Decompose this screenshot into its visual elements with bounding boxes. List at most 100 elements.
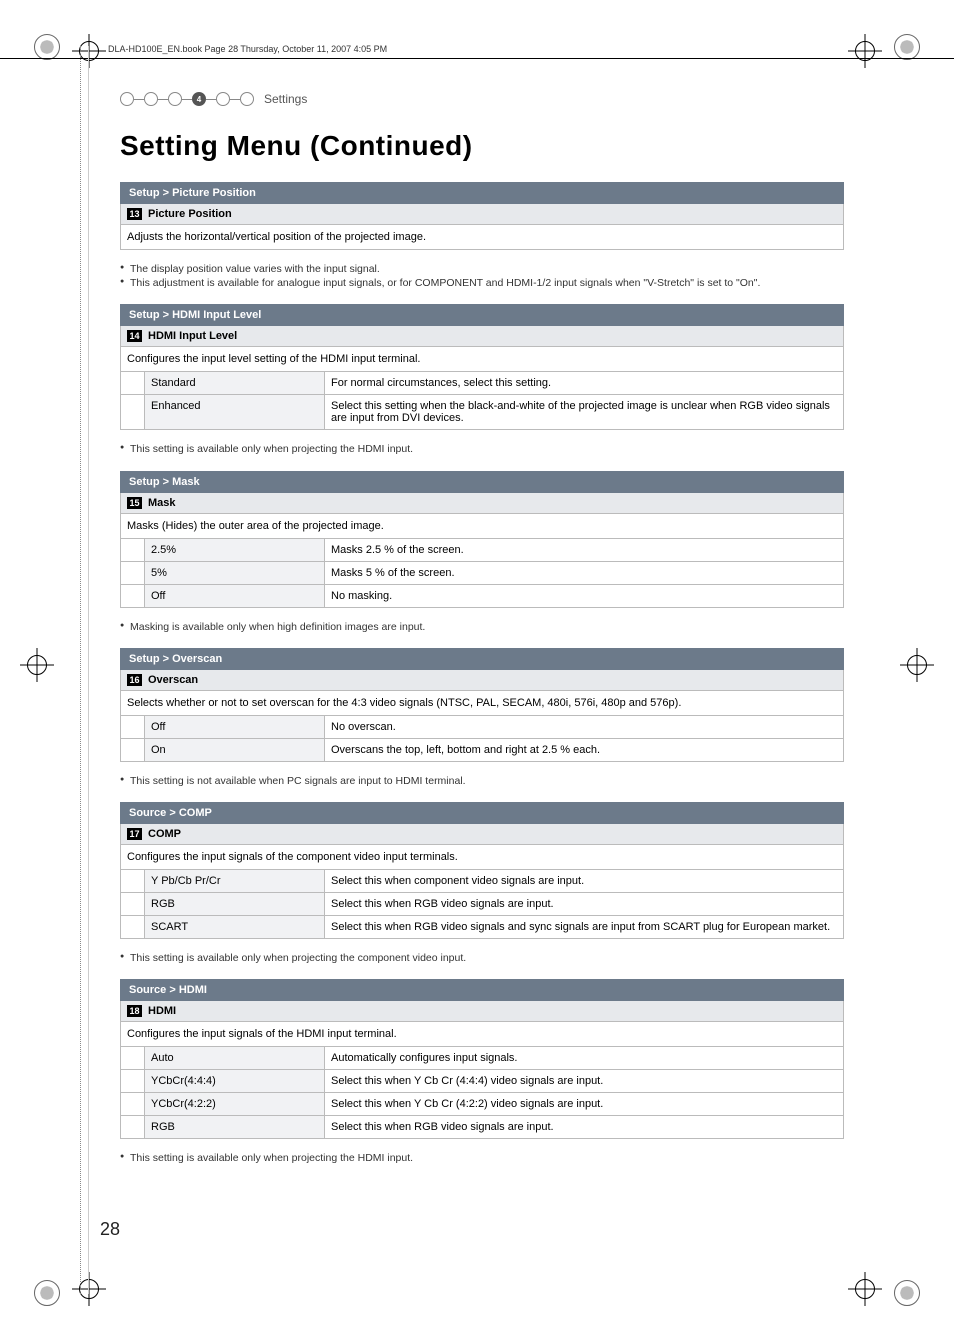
options-table: 2.5%Masks 2.5 % of the screen. 5%Masks 5… [120, 539, 844, 608]
page-title: Setting Menu (Continued) [120, 130, 844, 162]
options-table: StandardFor normal circumstances, select… [120, 372, 844, 430]
subheading-label: Mask [148, 497, 176, 509]
crop-mark-icon [900, 648, 934, 682]
option-value: Overscans the top, left, bottom and righ… [325, 738, 844, 761]
breadcrumb: Source > COMP [120, 802, 844, 824]
table-row: OnOverscans the top, left, bottom and ri… [121, 738, 844, 761]
subheading-label: COMP [148, 828, 181, 840]
subheading-label: HDMI Input Level [148, 330, 237, 342]
option-value: Select this when Y Cb Cr (4:4:4) video s… [325, 1070, 844, 1093]
section-description: Adjusts the horizontal/vertical position… [120, 225, 844, 250]
options-table: AutoAutomatically configures input signa… [120, 1047, 844, 1139]
crop-mark-icon [72, 34, 106, 68]
section-mask: Setup > Mask 15 Mask Masks (Hides) the o… [120, 471, 844, 608]
note-item: This setting is available only when proj… [120, 1151, 844, 1165]
table-row: RGBSelect this when RGB video signals ar… [121, 1116, 844, 1139]
section-description: Configures the input level setting of th… [120, 347, 844, 372]
breadcrumb: Source > HDMI [120, 979, 844, 1001]
crop-mark-icon [848, 1272, 882, 1306]
index-tag-icon: 18 [127, 1005, 142, 1017]
option-key: RGB [145, 892, 325, 915]
option-key: YCbCr(4:2:2) [145, 1093, 325, 1116]
spine-guide [88, 46, 89, 1294]
table-row: OffNo masking. [121, 584, 844, 607]
option-value: Select this when component video signals… [325, 870, 844, 893]
subheading: 13 Picture Position [120, 204, 844, 225]
option-key: SCART [145, 915, 325, 938]
options-table: Y Pb/Cb Pr/CrSelect this when component … [120, 870, 844, 939]
table-row: AutoAutomatically configures input signa… [121, 1047, 844, 1070]
note-item: This adjustment is available for analogu… [120, 276, 844, 290]
notes-list: This setting is available only when proj… [120, 1151, 844, 1165]
section-overscan: Setup > Overscan 16 Overscan Selects whe… [120, 648, 844, 762]
table-row: 5%Masks 5 % of the screen. [121, 561, 844, 584]
subheading: 17 COMP [120, 824, 844, 845]
section-comp: Source > COMP 17 COMP Configures the inp… [120, 802, 844, 939]
registration-mark-icon [34, 34, 60, 60]
crop-mark-icon [20, 648, 54, 682]
section-hdmi: Source > HDMI 18 HDMI Configures the inp… [120, 979, 844, 1139]
notes-list: This setting is available only when proj… [120, 442, 844, 456]
table-row: YCbCr(4:4:4)Select this when Y Cb Cr (4:… [121, 1070, 844, 1093]
breadcrumb: Setup > Mask [120, 471, 844, 493]
notes-list: This setting is available only when proj… [120, 951, 844, 965]
subheading-label: Picture Position [148, 208, 232, 220]
option-key: YCbCr(4:4:4) [145, 1070, 325, 1093]
note-item: This setting is available only when proj… [120, 951, 844, 965]
index-tag-icon: 17 [127, 828, 142, 840]
step-dot-icon [168, 92, 182, 106]
index-tag-icon: 13 [127, 208, 142, 220]
step-number: 4 [193, 93, 205, 105]
note-item: This setting is available only when proj… [120, 442, 844, 456]
crop-mark-icon [72, 1272, 106, 1306]
table-row: StandardFor normal circumstances, select… [121, 372, 844, 395]
notes-list: The display position value varies with t… [120, 262, 844, 290]
page-number: 28 [100, 1219, 120, 1240]
option-value: Select this when RGB video signals and s… [325, 915, 844, 938]
index-tag-icon: 14 [127, 330, 142, 342]
option-key: On [145, 738, 325, 761]
step-dot-icon [120, 92, 134, 106]
subheading: 14 HDMI Input Level [120, 326, 844, 347]
subheading-label: Overscan [148, 674, 198, 686]
option-value: Masks 2.5 % of the screen. [325, 539, 844, 562]
section-description: Configures the input signals of the comp… [120, 845, 844, 870]
option-value: Automatically configures input signals. [325, 1047, 844, 1070]
registration-mark-icon [894, 34, 920, 60]
breadcrumb: Setup > Picture Position [120, 182, 844, 204]
subheading: 15 Mask [120, 493, 844, 514]
breadcrumb: Setup > Overscan [120, 648, 844, 670]
options-table: OffNo overscan. OnOverscans the top, lef… [120, 716, 844, 762]
option-value: For normal circumstances, select this se… [325, 372, 844, 395]
option-key: Enhanced [145, 395, 325, 430]
option-value: Select this setting when the black-and-w… [325, 395, 844, 430]
option-key: 5% [145, 561, 325, 584]
table-row: YCbCr(4:2:2)Select this when Y Cb Cr (4:… [121, 1093, 844, 1116]
subheading: 18 HDMI [120, 1001, 844, 1022]
option-key: RGB [145, 1116, 325, 1139]
step-indicator: 4 Settings [120, 92, 844, 106]
option-value: Masks 5 % of the screen. [325, 561, 844, 584]
table-row: Y Pb/Cb Pr/CrSelect this when component … [121, 870, 844, 893]
book-header: DLA-HD100E_EN.book Page 28 Thursday, Oct… [108, 44, 387, 54]
note-item: The display position value varies with t… [120, 262, 844, 276]
index-tag-icon: 15 [127, 497, 142, 509]
crop-mark-icon [848, 34, 882, 68]
step-label: Settings [264, 92, 307, 106]
option-value: Select this when RGB video signals are i… [325, 892, 844, 915]
option-key: Off [145, 716, 325, 739]
subheading-label: HDMI [148, 1005, 176, 1017]
option-key: Auto [145, 1047, 325, 1070]
index-tag-icon: 16 [127, 674, 142, 686]
spine-guide [80, 46, 81, 1294]
notes-list: This setting is not available when PC si… [120, 774, 844, 788]
note-item: This setting is not available when PC si… [120, 774, 844, 788]
option-value: No overscan. [325, 716, 844, 739]
option-value: Select this when Y Cb Cr (4:2:2) video s… [325, 1093, 844, 1116]
step-dot-icon [144, 92, 158, 106]
page-root: DLA-HD100E_EN.book Page 28 Thursday, Oct… [0, 0, 954, 1340]
step-dot-icon [216, 92, 230, 106]
note-item: Masking is available only when high defi… [120, 620, 844, 634]
section-hdmi-input-level: Setup > HDMI Input Level 14 HDMI Input L… [120, 304, 844, 430]
registration-mark-icon [34, 1280, 60, 1306]
